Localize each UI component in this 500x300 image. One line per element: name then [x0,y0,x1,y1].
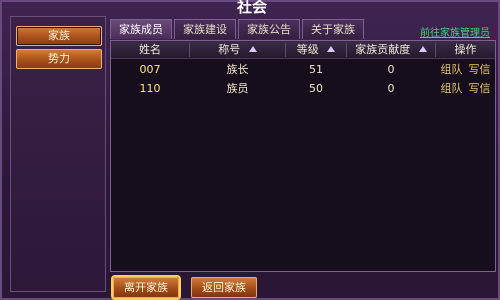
sidebar-item-label: 势力 [48,52,70,65]
sidebar-item-family[interactable]: 家族 [16,26,102,46]
window-title: 社会 [236,0,267,16]
team-up-button[interactable]: 组队 [441,63,463,76]
tab-label: 家族成员 [119,23,163,36]
bottom-actions: 离开家族 返回家族 [110,274,496,298]
team-up-button[interactable]: 组队 [441,82,463,95]
member-title: 族员 [226,82,249,95]
sidebar: 家族 势力 [10,16,106,292]
write-letter-button[interactable]: 写信 [469,63,491,76]
tab-label: 关于家族 [311,23,355,36]
family-window: 社会 家族 势力 家族成员 家族建设 家族公告 关于家族 前往家族管理员 姓名 … [0,0,500,300]
tab-family-members[interactable]: 家族成员 [110,19,172,39]
sort-ascending-icon [327,46,336,52]
write-letter-button[interactable]: 写信 [469,82,491,95]
return-family-button[interactable]: 返回家族 [191,277,257,298]
sidebar-item-faction[interactable]: 势力 [16,49,102,69]
column-label: 称号 [218,43,241,56]
column-label: 家族贡献度 [355,43,411,56]
member-actions: 组队 写信 [436,60,495,79]
table-header: 姓名 称号 等级 家族贡献度 操作 [111,41,495,59]
column-header-actions: 操作 [436,41,495,59]
tab-family-construction[interactable]: 家族建设 [174,19,236,39]
sidebar-item-label: 家族 [48,29,70,42]
sort-ascending-icon [248,46,257,52]
column-header-name[interactable]: 姓名 [111,41,189,59]
tab-family-announcement[interactable]: 家族公告 [238,19,300,39]
column-header-title[interactable]: 称号 [190,41,285,59]
family-admin-link[interactable]: 前往家族管理员 [420,24,490,39]
member-contribution: 0 [387,82,395,95]
leave-family-button[interactable]: 离开家族 [113,277,179,298]
member-name: 110 [139,82,161,95]
member-level: 50 [309,82,323,95]
member-level: 51 [309,63,323,76]
member-contribution: 0 [387,63,395,76]
table-row[interactable]: 007 族长 51 0 组队 写信 [111,60,495,79]
tab-label: 家族公告 [247,23,291,36]
column-label: 等级 [296,43,319,56]
main-content: 家族成员 家族建设 家族公告 关于家族 前往家族管理员 姓名 称号 等级 家族贡… [110,16,496,298]
column-header-contribution[interactable]: 家族贡献度 [347,41,435,59]
tab-about-family[interactable]: 关于家族 [302,19,364,39]
column-label: 姓名 [139,43,161,56]
member-actions: 组队 写信 [436,79,495,98]
table-row[interactable]: 110 族员 50 0 组队 写信 [111,79,495,98]
member-title: 族长 [226,63,249,76]
tab-bar: 家族成员 家族建设 家族公告 关于家族 [110,19,366,39]
column-header-level[interactable]: 等级 [286,41,346,59]
sort-ascending-icon [418,46,427,52]
column-label: 操作 [454,43,477,56]
table-body: 007 族长 51 0 组队 写信 110 族员 50 0 组队 写信 [111,60,495,98]
member-table: 姓名 称号 等级 家族贡献度 操作 007 族长 51 0 组队 写信 110 … [110,40,496,272]
tab-label: 家族建设 [183,23,227,36]
member-name: 007 [139,63,161,76]
